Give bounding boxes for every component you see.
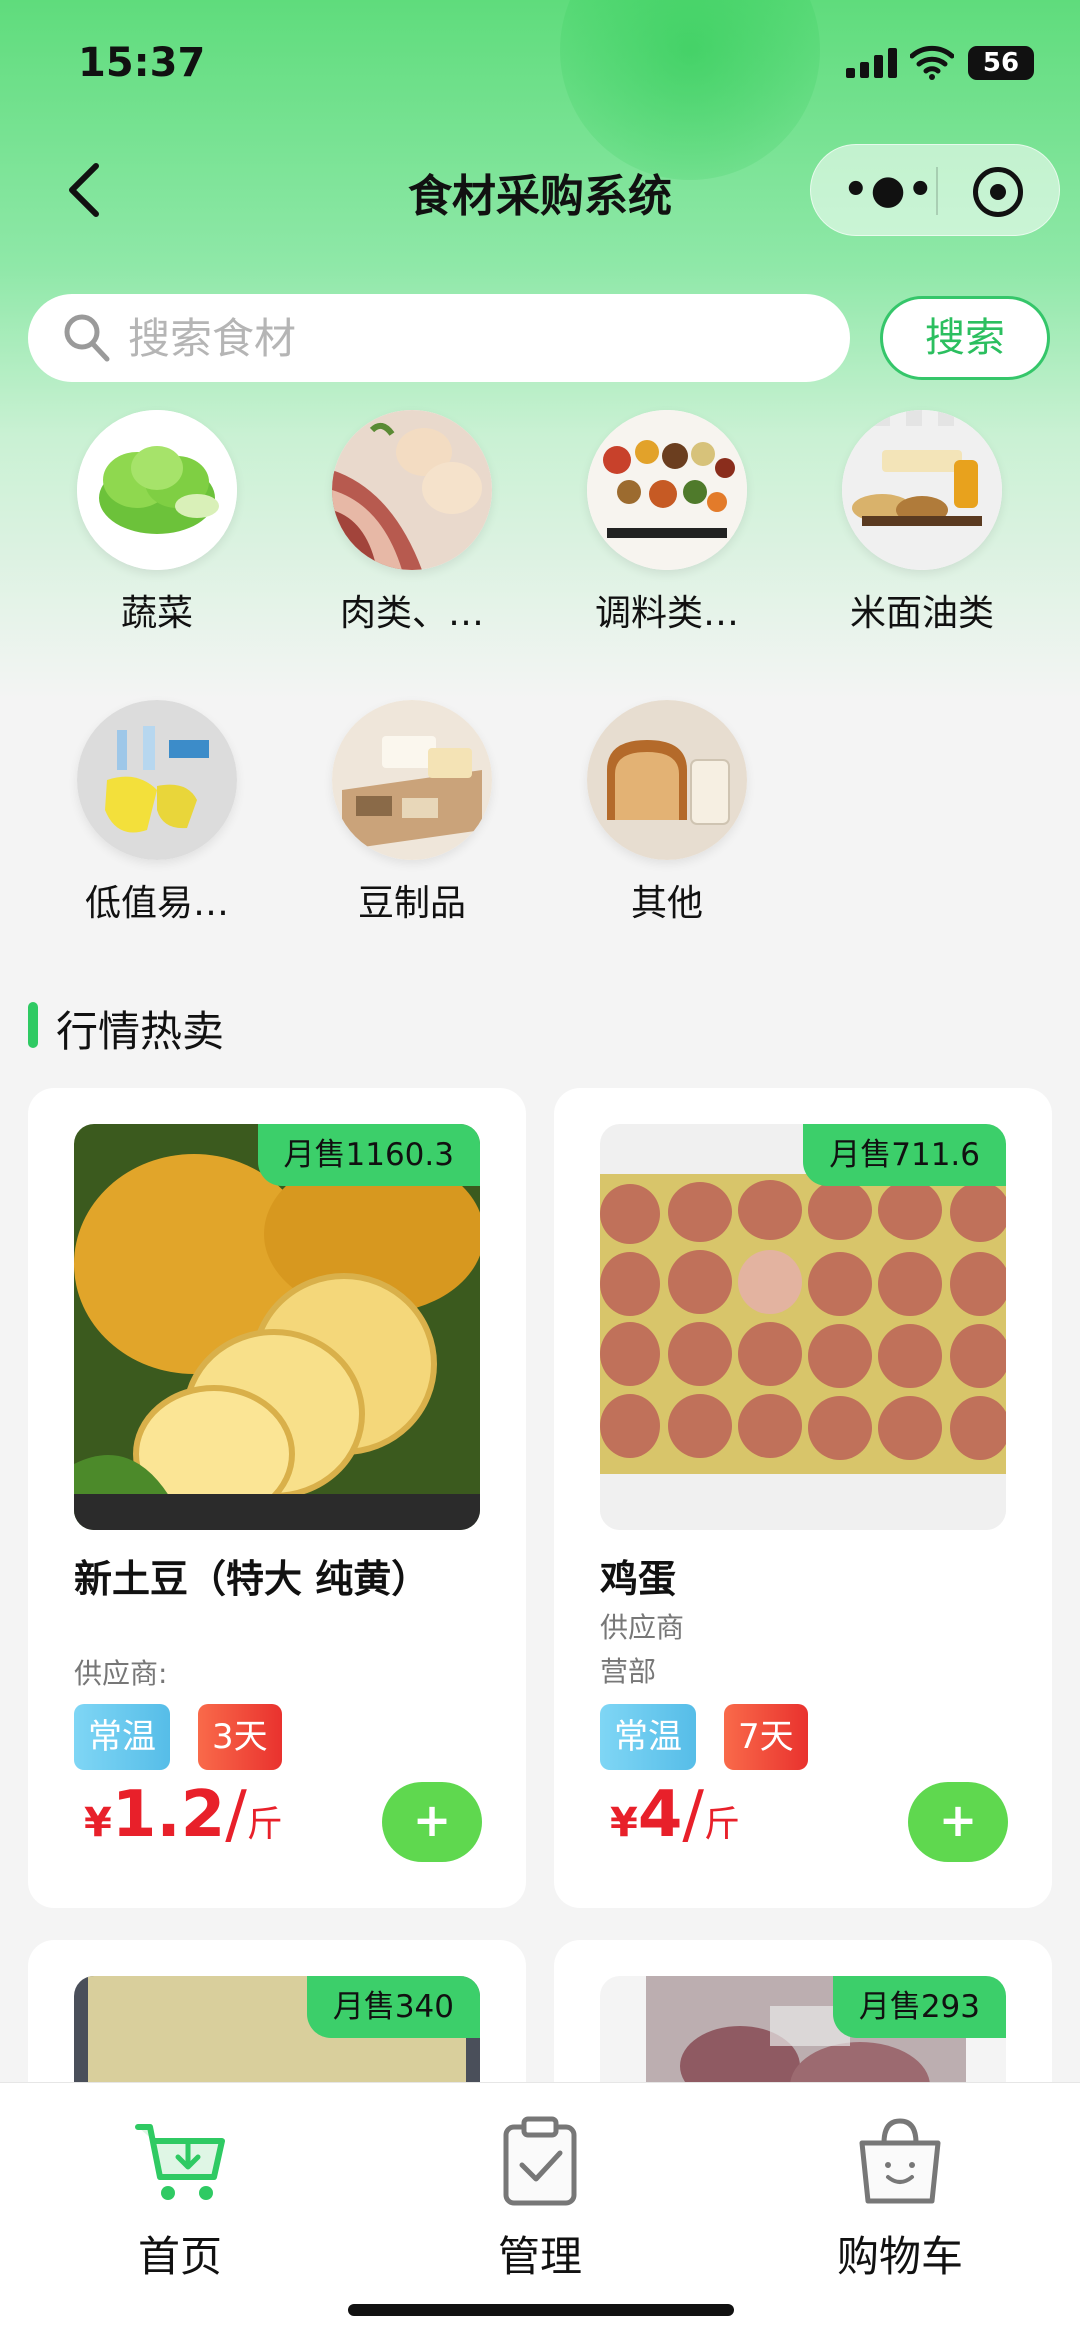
tab-label: 首页 <box>137 2232 222 2281</box>
category-spices[interactable]: 调料类… <box>557 410 777 636</box>
home-indicator <box>348 2304 734 2316</box>
status-time: 15:37 <box>78 40 206 86</box>
monthly-sales-badge: 月售1160.3 <box>257 1124 480 1186</box>
product-card[interactable]: 月售1160.3 新土豆（特大 纯黄） 供应商: 常温 3天 ¥1.2/斤 + <box>28 1088 526 1908</box>
category-label: 肉类、… <box>339 593 484 634</box>
product-price: ¥1.2/斤 <box>84 1778 283 1852</box>
clipboard-check-icon <box>503 2116 577 2206</box>
shopping-bag-icon <box>859 2118 941 2204</box>
battery-level: 56 <box>982 48 1020 78</box>
category-soy-products[interactable]: 豆制品 <box>302 700 522 926</box>
tofu-image <box>332 700 492 860</box>
price-slash: / <box>682 1778 704 1852</box>
add-to-cart-button[interactable]: + <box>908 1782 1008 1862</box>
search-input[interactable] <box>128 294 808 382</box>
price-value: 1.2 <box>111 1778 226 1852</box>
product-card[interactable]: 月售711.6 鸡蛋 供应商 营部 常温 7天 ¥4/斤 + <box>554 1088 1052 1908</box>
shelf-life-tag: 3天 <box>198 1704 282 1770</box>
tab-home[interactable]: 首页 <box>80 2113 280 2284</box>
section-title: 行情热卖 <box>56 1007 225 1056</box>
search-bar <box>28 294 850 382</box>
product-price: ¥4/斤 <box>610 1778 740 1852</box>
spice-image <box>587 410 747 570</box>
monthly-sales-badge: 月售293 <box>832 1976 1006 2038</box>
currency-symbol: ¥ <box>610 1800 638 1846</box>
bottom-tab-bar: 首页 管理 购物车 <box>0 2082 1080 2339</box>
category-label: 蔬菜 <box>120 593 193 634</box>
more-icon[interactable]: •●• <box>843 170 935 210</box>
storage-tag: 常温 <box>74 1704 170 1770</box>
rice-oil-image <box>842 410 1002 570</box>
cart-download-icon <box>135 2124 225 2200</box>
supplies-image <box>77 700 237 860</box>
tab-manage[interactable]: 管理 <box>440 2113 640 2284</box>
storage-tag: 常温 <box>600 1704 696 1770</box>
search-button[interactable]: 搜索 <box>880 296 1050 380</box>
search-icon <box>64 314 110 362</box>
close-target-icon[interactable] <box>973 167 1023 217</box>
tab-label: 管理 <box>497 2232 582 2281</box>
price-unit: 斤 <box>246 1804 283 1845</box>
category-vegetables[interactable]: 蔬菜 <box>47 410 267 636</box>
capsule-divider <box>936 167 938 215</box>
mini-program-capsule: •●• <box>810 144 1060 236</box>
section-accent-bar <box>28 1002 38 1048</box>
tab-cart[interactable]: 购物车 <box>800 2113 1000 2284</box>
category-label: 米面油类 <box>849 593 994 634</box>
product-name: 新土豆（特大 纯黄） <box>74 1557 430 1601</box>
meat-egg-image <box>332 410 492 570</box>
monthly-sales-badge: 月售711.6 <box>803 1124 1006 1186</box>
vegetable-image <box>77 410 237 570</box>
category-label: 低值易… <box>84 883 229 924</box>
category-label: 调料类… <box>594 593 739 634</box>
product-name: 鸡蛋 <box>600 1557 677 1601</box>
currency-symbol: ¥ <box>84 1800 112 1846</box>
wifi-icon <box>910 45 954 80</box>
category-other[interactable]: 其他 <box>557 700 777 926</box>
battery-indicator: 56 <box>968 46 1034 80</box>
bread-milk-image <box>587 700 747 860</box>
category-meat-eggs[interactable]: 肉类、… <box>302 410 522 636</box>
supplier-label: 供应商: <box>74 1657 168 1690</box>
price-value: 4 <box>637 1778 683 1852</box>
category-label: 豆制品 <box>357 883 466 924</box>
price-slash: / <box>225 1778 247 1852</box>
category-consumables[interactable]: 低值易… <box>47 700 267 926</box>
category-label: 其他 <box>630 883 703 924</box>
category-rice-flour-oil[interactable]: 米面油类 <box>812 410 1032 636</box>
supplier-name: 营部 <box>600 1655 657 1688</box>
price-unit: 斤 <box>703 1804 740 1845</box>
add-to-cart-button[interactable]: + <box>382 1782 482 1862</box>
signal-icon <box>846 48 897 78</box>
monthly-sales-badge: 月售340 <box>306 1976 480 2038</box>
tab-label: 购物车 <box>836 2232 963 2281</box>
shelf-life-tag: 7天 <box>724 1704 808 1770</box>
supplier-label: 供应商 <box>600 1611 685 1644</box>
